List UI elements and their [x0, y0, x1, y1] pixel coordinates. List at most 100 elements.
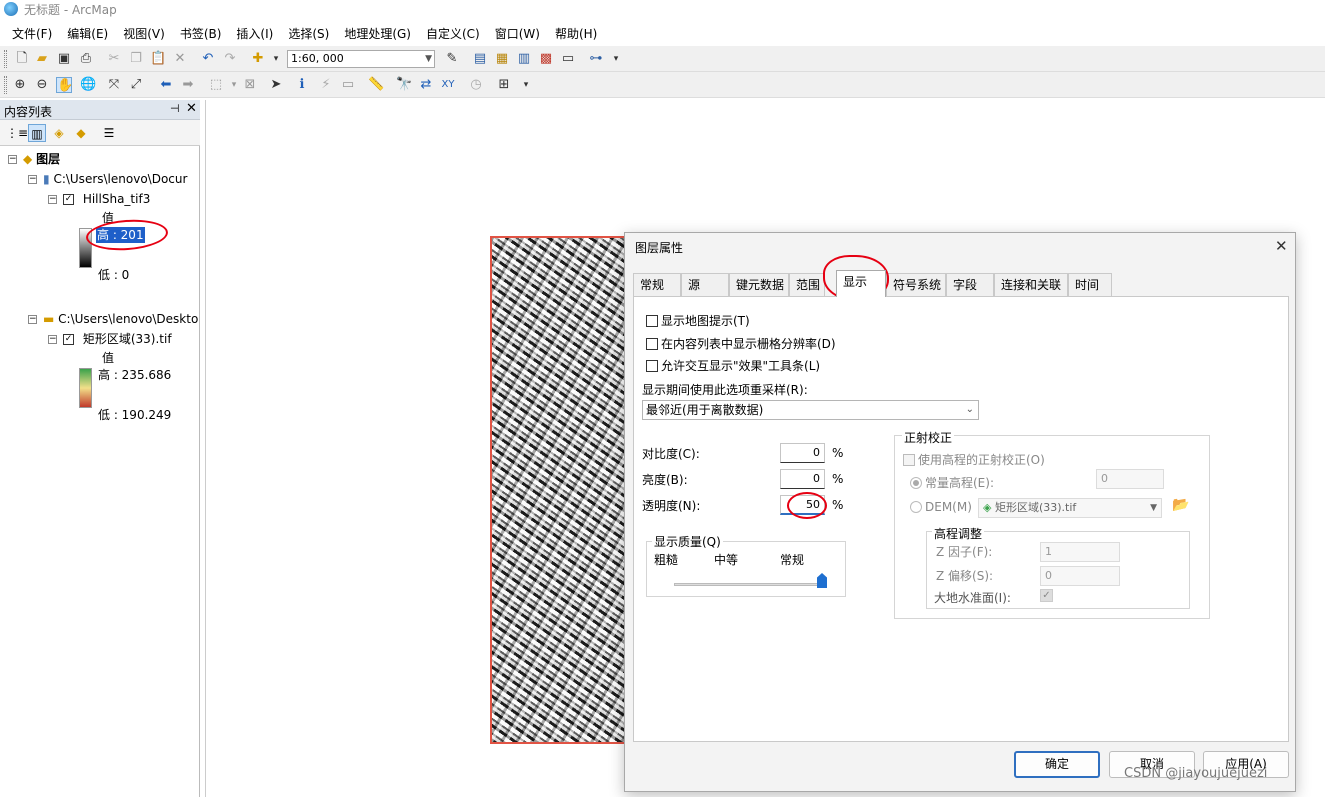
tree-group-2[interactable]: − ▬ C:\Users\lenovo\Deskto: [28, 310, 198, 328]
measure-icon[interactable]: 📏: [368, 77, 384, 93]
tree-group-1[interactable]: − ▮ C:\Users\lenovo\Docur: [28, 170, 187, 188]
tab-symbology[interactable]: 符号系统: [886, 273, 946, 296]
add-data-icon[interactable]: ✚: [250, 51, 266, 67]
table-of-contents-icon[interactable]: ▤: [472, 51, 488, 67]
list-by-visibility-icon[interactable]: ◈: [50, 124, 68, 142]
menu-file[interactable]: 文件(F): [12, 25, 52, 42]
go-to-xy-icon[interactable]: XY: [440, 77, 456, 93]
pin-icon[interactable]: ⊣: [170, 102, 180, 115]
back-extent-icon[interactable]: ⬅: [158, 77, 174, 93]
toolbar-options-icon[interactable]: ▾: [608, 51, 624, 67]
forward-extent-icon[interactable]: ➡: [180, 77, 196, 93]
collapse-icon[interactable]: −: [28, 315, 37, 324]
find-icon[interactable]: 🔭: [396, 77, 412, 93]
menu-customize[interactable]: 自定义(C): [426, 25, 480, 42]
tab-source[interactable]: 源: [681, 273, 729, 296]
zoom-out-icon[interactable]: ⊖: [34, 77, 50, 93]
html-popup-icon[interactable]: ▭: [340, 77, 356, 93]
tab-fields[interactable]: 字段: [946, 273, 994, 296]
dem-radio[interactable]: DEM(M): [910, 500, 972, 514]
list-by-source-icon[interactable]: ▥: [28, 124, 46, 142]
browse-folder-icon[interactable]: 📂: [1172, 497, 1189, 513]
collapse-icon[interactable]: −: [48, 335, 57, 344]
options-icon[interactable]: ☰: [100, 124, 118, 142]
find-route-icon[interactable]: ⇄: [418, 77, 434, 93]
constant-elevation-radio[interactable]: 常量高程(E):: [910, 474, 994, 491]
collapse-icon[interactable]: −: [28, 175, 37, 184]
select-features-icon[interactable]: ⬚: [208, 77, 224, 93]
search-window-icon[interactable]: ▥: [516, 51, 532, 67]
map-scale-box[interactable]: 1:60, 000 ▼: [287, 50, 435, 68]
hyperlink-icon[interactable]: ⚡: [318, 77, 334, 93]
layer-visibility-checkbox[interactable]: ✓: [63, 334, 74, 345]
fixed-zoom-out-icon[interactable]: ⤢: [128, 77, 144, 93]
use-elevation-checkbox[interactable]: 使用高程的正射校正(O): [903, 451, 1045, 468]
cut-icon[interactable]: ✂: [106, 51, 122, 67]
add-data-dropdown-icon[interactable]: ▾: [268, 51, 284, 67]
clear-selection-icon[interactable]: ⊠: [242, 77, 258, 93]
toolbar-grip[interactable]: [4, 50, 7, 68]
time-slider-icon[interactable]: ◷: [468, 77, 484, 93]
catalog-icon[interactable]: ▦: [494, 51, 510, 67]
close-icon[interactable]: ✕: [1275, 237, 1288, 255]
dem-select[interactable]: ◈ 矩形区域(33).tif ▼: [978, 498, 1162, 518]
model-builder-icon[interactable]: ⊶: [588, 51, 604, 67]
menu-view[interactable]: 视图(V): [123, 25, 165, 42]
collapse-icon[interactable]: −: [48, 195, 57, 204]
z-offset-input[interactable]: 0: [1040, 566, 1120, 586]
list-by-selection-icon[interactable]: ◆: [72, 124, 90, 142]
select-elements-icon[interactable]: ➤: [268, 77, 284, 93]
collapse-icon[interactable]: −: [8, 155, 17, 164]
toolbar-grip[interactable]: [4, 76, 7, 94]
identify-icon[interactable]: ℹ: [294, 77, 310, 93]
ok-button[interactable]: 确定: [1014, 751, 1100, 778]
contrast-input[interactable]: 0: [780, 443, 825, 463]
show-map-tips-checkbox[interactable]: 显示地图提示(T): [646, 312, 750, 329]
tab-general[interactable]: 常规: [633, 273, 681, 296]
menu-insert[interactable]: 插入(I): [236, 25, 273, 42]
fixed-zoom-in-icon[interactable]: ⤧: [106, 77, 122, 93]
menu-geoprocessing[interactable]: 地理处理(G): [344, 25, 411, 42]
show-raster-resolution-checkbox[interactable]: 在内容列表中显示栅格分辨率(D): [646, 335, 836, 352]
z-factor-input[interactable]: 1: [1040, 542, 1120, 562]
constant-elevation-input[interactable]: 0: [1096, 469, 1164, 489]
menu-selection[interactable]: 选择(S): [288, 25, 329, 42]
print-icon[interactable]: ⎙: [78, 51, 94, 67]
resample-select[interactable]: 最邻近(用于离散数据) ⌄: [642, 400, 979, 420]
tab-extent[interactable]: 范围: [789, 273, 825, 296]
close-icon[interactable]: ✕: [186, 101, 197, 116]
layer-visibility-checkbox[interactable]: ✓: [63, 194, 74, 205]
menu-bookmarks[interactable]: 书签(B): [180, 25, 222, 42]
tab-time[interactable]: 时间: [1068, 273, 1112, 296]
quality-slider-track[interactable]: [674, 583, 822, 586]
brightness-input[interactable]: 0: [780, 469, 825, 489]
tree-layer-hillshade[interactable]: − ✓ HillSha_tif3: [48, 190, 150, 208]
paste-icon[interactable]: 📋: [150, 51, 166, 67]
pan-icon[interactable]: ✋: [56, 77, 73, 93]
save-icon[interactable]: ▣: [56, 51, 72, 67]
tab-key-metadata[interactable]: 键元数据: [729, 273, 789, 296]
arctoolbox-icon[interactable]: ▩: [538, 51, 554, 67]
menu-edit[interactable]: 编辑(E): [67, 25, 108, 42]
editor-toolbar-icon[interactable]: ✎: [444, 51, 460, 67]
zoom-in-icon[interactable]: ⊕: [12, 77, 28, 93]
menu-help[interactable]: 帮助(H): [555, 25, 597, 42]
tab-joins-relates[interactable]: 连接和关联: [994, 273, 1068, 296]
tab-display[interactable]: 显示: [836, 270, 886, 297]
menu-windows[interactable]: 窗口(W): [495, 25, 540, 42]
select-dropdown-icon[interactable]: ▾: [226, 77, 242, 93]
redo-icon[interactable]: ↷: [222, 51, 238, 67]
python-window-icon[interactable]: ▭: [560, 51, 576, 67]
toolbar-options-icon[interactable]: ▾: [518, 77, 534, 93]
allow-effects-toolbar-checkbox[interactable]: 允许交互显示"效果"工具条(L): [646, 357, 820, 374]
tree-root-layers[interactable]: − ◆ 图层: [8, 150, 60, 168]
viewer-window-icon[interactable]: ⊞: [496, 77, 512, 93]
open-folder-icon[interactable]: ▰: [34, 51, 50, 67]
delete-icon[interactable]: ✕: [172, 51, 188, 67]
copy-icon[interactable]: ❐: [128, 51, 144, 67]
list-by-drawing-order-icon[interactable]: ⋮≡: [6, 124, 28, 142]
new-document-icon[interactable]: 🗋: [14, 51, 30, 67]
tree-layer-rect[interactable]: − ✓ 矩形区域(33).tif: [48, 330, 172, 348]
full-extent-icon[interactable]: 🌐: [80, 77, 96, 93]
undo-icon[interactable]: ↶: [200, 51, 216, 67]
